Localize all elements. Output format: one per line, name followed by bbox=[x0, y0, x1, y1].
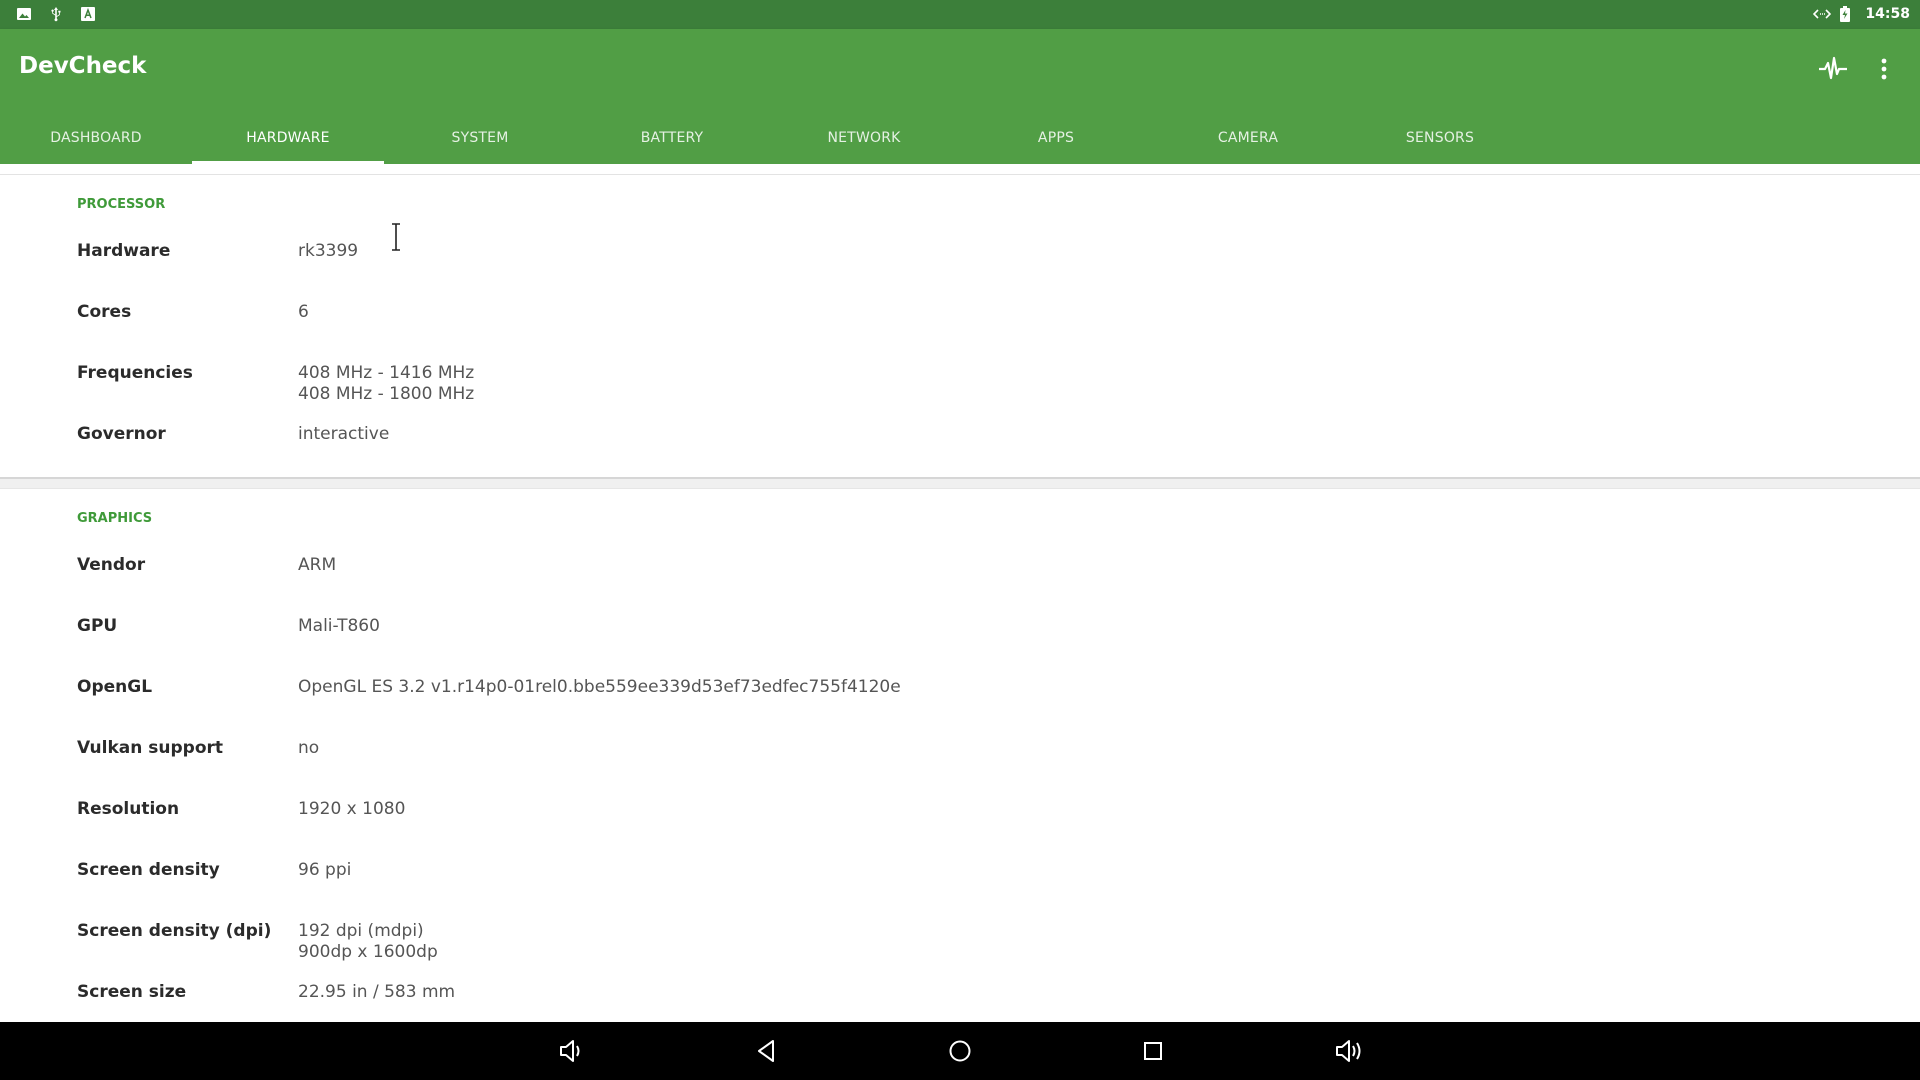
text-cursor-icon bbox=[389, 222, 403, 252]
row-label: Vulkan support bbox=[77, 738, 224, 758]
tab-dashboard[interactable]: DASHBOARD bbox=[0, 125, 192, 164]
row-value: 6 bbox=[298, 302, 309, 322]
tab-system[interactable]: SYSTEM bbox=[384, 125, 576, 164]
row-label: Frequencies bbox=[77, 363, 193, 383]
row-value: rk3399 bbox=[298, 241, 359, 261]
home-icon[interactable] bbox=[944, 1035, 976, 1067]
row-value: interactive bbox=[298, 424, 390, 444]
tab-camera[interactable]: CAMERA bbox=[1152, 125, 1344, 164]
tab-apps[interactable]: APPS bbox=[960, 125, 1152, 164]
font-icon bbox=[80, 6, 96, 22]
row-value-line: 408 MHz - 1416 MHz bbox=[298, 363, 475, 383]
row-label: Screen density (dpi) bbox=[77, 921, 272, 941]
row-value: ARM bbox=[298, 555, 337, 575]
row-label: OpenGL bbox=[77, 677, 153, 697]
row-value: 408 MHz - 1416 MHz 408 MHz - 1800 MHz bbox=[298, 363, 474, 405]
top-divider bbox=[0, 174, 1920, 175]
section-divider bbox=[0, 477, 1920, 489]
row-label: Governor bbox=[77, 424, 166, 444]
more-vert-icon[interactable] bbox=[1866, 51, 1902, 87]
row-value-line: 192 dpi (mdpi) bbox=[298, 921, 424, 941]
image-icon bbox=[16, 6, 32, 22]
row-value-line: 900dp x 1600dp bbox=[298, 942, 438, 962]
content-area[interactable]: PROCESSOR Hardware rk3399 Cores 6 Freque… bbox=[0, 164, 1920, 1022]
battery-icon bbox=[1839, 6, 1855, 22]
usb-icon bbox=[48, 6, 64, 22]
row-value: 1920 x 1080 bbox=[298, 799, 406, 819]
row-label: Vendor bbox=[77, 555, 146, 575]
row-value-line: 408 MHz - 1800 MHz bbox=[298, 384, 475, 404]
section-title-graphics: GRAPHICS bbox=[77, 511, 153, 526]
row-value: Mali-T860 bbox=[298, 616, 380, 636]
back-icon[interactable] bbox=[751, 1035, 783, 1067]
row-value: no bbox=[298, 738, 320, 758]
tab-sensors[interactable]: SENSORS bbox=[1344, 125, 1536, 164]
app-bar: DevCheck DASHBOARD HARDWARE SYSTEM BATTE… bbox=[0, 29, 1920, 164]
tab-battery[interactable]: BATTERY bbox=[576, 125, 768, 164]
navigation-bar bbox=[0, 1022, 1920, 1080]
volume-down-icon[interactable] bbox=[555, 1035, 587, 1067]
row-value: 96 ppi bbox=[298, 860, 352, 880]
tab-hardware[interactable]: HARDWARE bbox=[192, 125, 384, 164]
activity-icon[interactable] bbox=[1815, 51, 1851, 87]
volume-up-icon[interactable] bbox=[1333, 1035, 1365, 1067]
row-label: Screen size bbox=[77, 982, 187, 1002]
row-label: GPU bbox=[77, 616, 118, 636]
row-label: Resolution bbox=[77, 799, 180, 819]
row-label: Screen density bbox=[77, 860, 220, 880]
row-value: 192 dpi (mdpi) 900dp x 1600dp bbox=[298, 921, 438, 963]
app-title: DevCheck bbox=[19, 53, 147, 79]
status-bar: 14:58 bbox=[0, 0, 1920, 29]
code-icon bbox=[1813, 6, 1832, 22]
row-value: OpenGL ES 3.2 v1.r14p0-01rel0.bbe559ee33… bbox=[298, 677, 901, 697]
row-label: Hardware bbox=[77, 241, 171, 261]
clock: 14:58 bbox=[1865, 6, 1910, 22]
section-title-processor: PROCESSOR bbox=[77, 197, 166, 212]
recents-icon[interactable] bbox=[1137, 1035, 1169, 1067]
row-label: Cores bbox=[77, 302, 132, 322]
tab-network[interactable]: NETWORK bbox=[768, 125, 960, 164]
tab-bar: DASHBOARD HARDWARE SYSTEM BATTERY NETWOR… bbox=[0, 125, 1536, 164]
row-value: 22.95 in / 583 mm bbox=[298, 982, 456, 1002]
